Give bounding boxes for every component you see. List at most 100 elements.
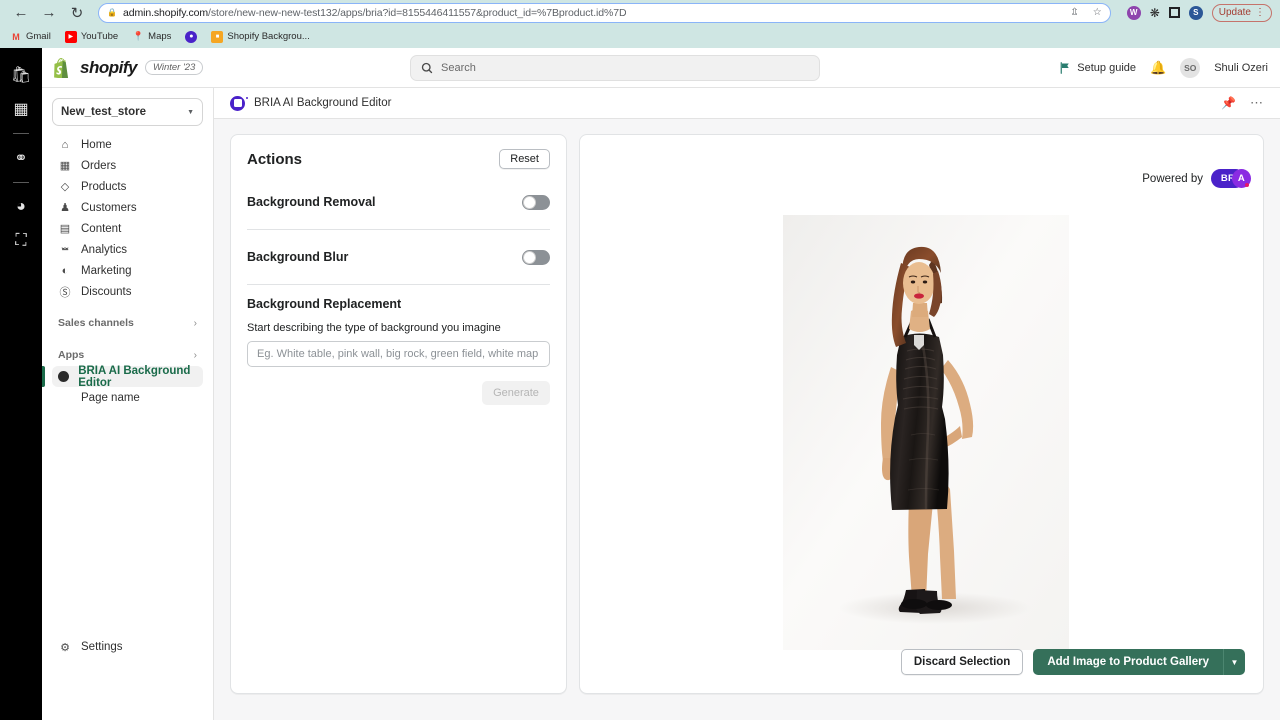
sidebar-item-content[interactable]: ▤ Content: [52, 218, 203, 239]
sidebar-item-products[interactable]: ◇ Products: [52, 176, 203, 197]
rail-pie-gear-icon[interactable]: ◕: [0, 190, 42, 224]
panels-row: Actions Reset Background Removal Backgro…: [230, 134, 1264, 694]
sidebar-item-home[interactable]: ⌂ Home: [52, 134, 203, 155]
url-host: admin.shopify.com: [122, 6, 209, 19]
bookmark-label: Gmail: [26, 31, 51, 42]
tag-icon: ◇: [60, 181, 70, 193]
app-header-actions: 📌 ⋯: [1221, 95, 1264, 111]
bookmark-maps[interactable]: 📍 Maps: [132, 31, 172, 43]
setup-guide-button[interactable]: Setup guide: [1059, 62, 1136, 74]
chevron-down-icon[interactable]: ▼: [1223, 649, 1245, 675]
more-icon[interactable]: ⋯: [1250, 95, 1264, 111]
background-blur-label: Background Blur: [247, 250, 349, 264]
rail-nodes-icon[interactable]: ⚭: [0, 141, 42, 175]
chevron-right-icon: ›: [193, 317, 197, 329]
sidebar-section-label: Apps: [58, 349, 85, 361]
extension-s-icon[interactable]: S: [1188, 5, 1203, 20]
sidebar-item-label: Orders: [81, 159, 117, 172]
extension-w-icon[interactable]: W: [1126, 5, 1141, 20]
back-arrow-icon[interactable]: ←: [8, 1, 34, 25]
browser-toolbar: ← → ↻ 🔒 admin.shopify.com/store/new-new-…: [0, 0, 1280, 25]
bookmark-label: Maps: [148, 31, 172, 42]
avatar[interactable]: SO: [1180, 57, 1201, 78]
sidebar-item-discounts[interactable]: Ⓢ Discounts: [52, 281, 203, 302]
sidebar-item-label: Settings: [81, 641, 123, 653]
actions-header: Actions Reset: [247, 149, 550, 169]
search-input[interactable]: Search: [410, 54, 820, 81]
sidebar-section-apps[interactable]: Apps ›: [52, 344, 203, 366]
prompt-help-text: Start describing the type of background …: [247, 322, 501, 334]
background-removal-row: Background Removal: [247, 187, 550, 217]
sidebar-section-sales-channels[interactable]: Sales channels ›: [52, 312, 203, 334]
address-bar[interactable]: 🔒 admin.shopify.com/store/new-new-new-te…: [98, 2, 1111, 23]
powered-by-label: Powered by: [1142, 172, 1203, 185]
shopify-logo[interactable]: shopify Winter '23: [54, 57, 204, 78]
app-title: BRIA AI Background Editor: [254, 97, 392, 109]
bookmark-gmail[interactable]: M Gmail: [10, 31, 51, 43]
sidepanel-icon[interactable]: [1168, 7, 1180, 18]
preview-action-bar: Discard Selection Add Image to Product G…: [900, 649, 1245, 675]
user-name[interactable]: Shuli Ozeri: [1214, 62, 1268, 74]
sidebar-item-label: Home: [81, 138, 112, 151]
product-image[interactable]: [783, 215, 1069, 650]
app-header: BRIA AI Background Editor 📌 ⋯: [214, 88, 1280, 119]
rail-grid-icon[interactable]: ▦: [0, 92, 42, 126]
prompt-input[interactable]: Eg. White table, pink wall, big rock, gr…: [247, 341, 550, 367]
reload-icon[interactable]: ↻: [64, 1, 90, 25]
bell-icon[interactable]: 🔔: [1150, 60, 1166, 76]
bria-icon: [58, 371, 70, 382]
puzzle-icon[interactable]: ❋: [1150, 6, 1160, 20]
sidebar-item-settings[interactable]: ⚙ Settings: [52, 636, 204, 658]
sidebar-item-label: Customers: [81, 201, 137, 214]
generate-row: Generate: [247, 367, 550, 405]
discount-icon: Ⓢ: [59, 286, 71, 299]
sidebar-item-customers[interactable]: ♟ Customers: [52, 197, 203, 218]
add-image-to-product-gallery-button[interactable]: Add Image to Product Gallery: [1033, 649, 1223, 675]
chevron-down-icon: ▼: [187, 108, 194, 116]
background-removal-toggle[interactable]: [522, 194, 550, 210]
youtube-icon: ▶: [64, 30, 77, 43]
search-icon: [421, 62, 433, 73]
extensions-area: W ❋ S Update ⋮: [1119, 3, 1272, 22]
pin-icon[interactable]: 📌: [1221, 96, 1236, 110]
sidebar-item-page-name[interactable]: Page name: [52, 387, 203, 408]
sidebar-item-bria-ai-background-editor[interactable]: BRIA AI Background Editor: [42, 365, 203, 389]
rail-shopify-bag-icon[interactable]: 🛍: [0, 58, 42, 92]
update-button[interactable]: Update ⋮: [1211, 3, 1272, 22]
shopify-bag-icon: [54, 57, 69, 78]
reset-button[interactable]: Reset: [499, 149, 550, 169]
release-pill: Winter '23: [144, 60, 204, 75]
toggle-knob: [523, 195, 536, 209]
rail-store-gear-icon[interactable]: ⛶: [0, 224, 42, 258]
bookmark-shopify-background[interactable]: ■ Shopify Backgrou...: [211, 30, 310, 43]
kebab-menu-icon[interactable]: ⋮: [1255, 7, 1265, 18]
store-switcher[interactable]: New_test_store ▼: [52, 98, 203, 126]
sidebar-item-orders[interactable]: ▦ Orders: [52, 155, 203, 176]
background-blur-toggle[interactable]: [522, 249, 550, 265]
divider: [247, 229, 550, 230]
shopify-wordmark: shopify: [80, 57, 137, 77]
forward-arrow-icon[interactable]: →: [36, 1, 62, 25]
actions-title: Actions: [247, 150, 303, 168]
background-replacement-title: Background Replacement: [247, 297, 402, 311]
sidebar-item-label: Content: [81, 222, 122, 235]
discard-selection-button[interactable]: Discard Selection: [900, 649, 1024, 675]
generate-button[interactable]: Generate: [482, 381, 550, 405]
bookmark-youtube[interactable]: ▶ YouTube: [64, 30, 118, 43]
shopify-top-bar: shopify Winter '23 Search Setup guide 🔔 …: [42, 48, 1280, 88]
bookmark-bria[interactable]: ●: [185, 30, 198, 43]
bookmark-star-icon[interactable]: ☆: [1093, 7, 1102, 18]
browser-chrome: ← → ↻ 🔒 admin.shopify.com/store/new-new-…: [0, 0, 1280, 48]
model-figure-illustration: [783, 215, 1069, 650]
lock-icon: 🔒: [107, 8, 117, 17]
sidebar-section-label: Sales channels: [58, 317, 134, 329]
sidebar-item-marketing[interactable]: ◐ Marketing: [52, 260, 203, 281]
content-icon: ▤: [59, 223, 71, 235]
sidebar-item-analytics[interactable]: ⏕ Analytics: [52, 239, 203, 260]
bria-icon: ●: [185, 30, 198, 43]
share-icon[interactable]: ⇫: [1070, 7, 1078, 18]
maps-pin-icon: 📍: [132, 31, 144, 41]
rail-separator: [13, 182, 29, 183]
gmail-icon: M: [12, 31, 20, 42]
prompt-placeholder: Eg. White table, pink wall, big rock, gr…: [257, 348, 539, 360]
